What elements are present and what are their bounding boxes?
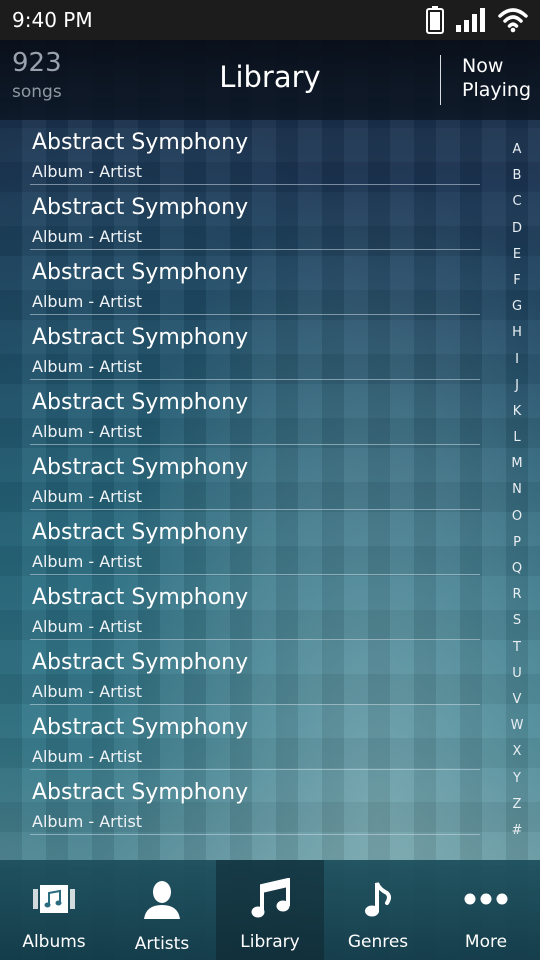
header-divider [440, 55, 441, 105]
alphabet-index-letter[interactable]: X [513, 744, 522, 770]
header: 923 songs Library Now Playing [0, 40, 540, 120]
tab-genres[interactable]: Genres [324, 860, 432, 960]
alphabet-index-letter[interactable]: T [513, 640, 521, 666]
page-title: Library [219, 60, 321, 94]
more-dots-icon [432, 874, 540, 924]
alphabet-index-letter[interactable]: Q [512, 561, 522, 587]
music-library-screen: 9:40 PM 923 songs Library Now Playing Ab… [0, 0, 540, 960]
song-row[interactable]: Abstract Symphony Album - Artist [30, 445, 480, 510]
alphabet-index-letter[interactable]: B [513, 168, 522, 194]
song-title: Abstract Symphony [32, 260, 249, 285]
song-album-artist: Album - Artist [32, 162, 143, 181]
alphabet-index-letter[interactable]: # [512, 823, 523, 849]
now-playing-button[interactable]: Now Playing [462, 54, 531, 102]
song-title: Abstract Symphony [32, 715, 249, 740]
status-icons [426, 6, 528, 38]
song-album-artist: Album - Artist [32, 227, 143, 246]
song-row[interactable]: Abstract Symphony Album - Artist [30, 120, 480, 185]
song-row[interactable]: Abstract Symphony Album - Artist [30, 185, 480, 250]
song-title: Abstract Symphony [32, 650, 249, 675]
song-album-artist: Album - Artist [32, 747, 143, 766]
song-title: Abstract Symphony [32, 585, 249, 610]
alphabet-index-letter[interactable]: H [512, 325, 522, 351]
song-row[interactable]: Abstract Symphony Album - Artist [30, 575, 480, 640]
alphabet-index-letter[interactable]: I [515, 352, 519, 378]
alphabet-index-letter[interactable]: G [512, 299, 522, 325]
artist-icon [108, 874, 216, 924]
status-time: 9:40 PM [12, 8, 93, 32]
song-title: Abstract Symphony [32, 130, 249, 155]
alphabet-index-letter[interactable]: A [513, 142, 522, 168]
tab-library[interactable]: Library [216, 860, 324, 960]
alphabet-index-letter[interactable]: C [512, 194, 521, 220]
song-title: Abstract Symphony [32, 780, 249, 805]
tab-more[interactable]: More [432, 860, 540, 960]
alphabet-index-letter[interactable]: N [512, 482, 522, 508]
alphabet-index-letter[interactable]: Z [513, 797, 522, 823]
song-album-artist: Album - Artist [32, 487, 143, 506]
tab-bar: Albums Artists Library Genres More [0, 860, 540, 960]
song-count-label: songs [12, 82, 62, 102]
alphabet-index-letter[interactable]: S [513, 613, 521, 639]
song-row[interactable]: Abstract Symphony Album - Artist [30, 770, 480, 835]
alphabet-index-letter[interactable]: K [513, 404, 522, 430]
tab-library-label: Library [240, 932, 300, 952]
song-album-artist: Album - Artist [32, 292, 143, 311]
song-album-artist: Album - Artist [32, 617, 143, 636]
alphabet-index-letter[interactable]: U [512, 666, 522, 692]
song-row[interactable]: Abstract Symphony Album - Artist [30, 640, 480, 705]
tab-albums-label: Albums [22, 932, 86, 952]
song-title: Abstract Symphony [32, 325, 249, 350]
alphabet-index-letter[interactable]: V [513, 692, 522, 718]
song-list: Abstract Symphony Album - Artist Abstract … [30, 120, 480, 835]
alphabet-index-letter[interactable]: L [513, 430, 520, 456]
song-row[interactable]: Abstract Symphony Album - Artist [30, 705, 480, 770]
song-album-artist: Album - Artist [32, 552, 143, 571]
wifi-icon [498, 7, 528, 37]
song-album-artist: Album - Artist [32, 812, 143, 831]
alphabet-index-letter[interactable]: D [512, 221, 522, 247]
alphabet-index-letter[interactable]: O [512, 509, 522, 535]
battery-icon [426, 6, 444, 38]
song-album-artist: Album - Artist [32, 682, 143, 701]
music-notes-icon [216, 874, 324, 924]
alphabet-index-letter[interactable]: M [511, 456, 522, 482]
song-title: Abstract Symphony [32, 520, 249, 545]
now-playing-line-1: Now [462, 55, 504, 77]
song-row[interactable]: Abstract Symphony Album - Artist [30, 315, 480, 380]
now-playing-line-2: Playing [462, 79, 532, 101]
song-row[interactable]: Abstract Symphony Album - Artist [30, 380, 480, 445]
alphabet-index-letter[interactable]: P [513, 535, 521, 561]
music-note-icon [324, 874, 432, 924]
song-row[interactable]: Abstract Symphony Album - Artist [30, 250, 480, 315]
status-bar: 9:40 PM [0, 0, 540, 40]
tab-albums[interactable]: Albums [0, 860, 108, 960]
tab-genres-label: Genres [347, 932, 409, 952]
tab-artists-label: Artists [134, 934, 190, 954]
alphabet-index-letter[interactable]: J [515, 378, 519, 404]
alphabet-index-letter[interactable]: Y [513, 771, 521, 797]
signal-icon [456, 8, 486, 36]
song-row[interactable]: Abstract Symphony Album - Artist [30, 510, 480, 575]
song-title: Abstract Symphony [32, 455, 249, 480]
alphabet-index-letter[interactable]: R [512, 587, 521, 613]
tab-artists[interactable]: Artists [108, 860, 216, 960]
song-album-artist: Album - Artist [32, 357, 143, 376]
alphabet-index-letter[interactable]: F [513, 273, 520, 299]
song-count: 923 [12, 48, 62, 78]
albums-icon [0, 874, 108, 924]
song-title: Abstract Symphony [32, 390, 249, 415]
song-album-artist: Album - Artist [32, 422, 143, 441]
tab-more-label: More [464, 932, 508, 952]
song-title: Abstract Symphony [32, 195, 249, 220]
alphabet-index-letter[interactable]: E [513, 247, 521, 273]
alphabet-index-letter[interactable]: W [511, 718, 524, 744]
alphabet-index: A B C D E F G H I J K L M N O P Q R S T U V W X Y Z # [510, 142, 524, 849]
